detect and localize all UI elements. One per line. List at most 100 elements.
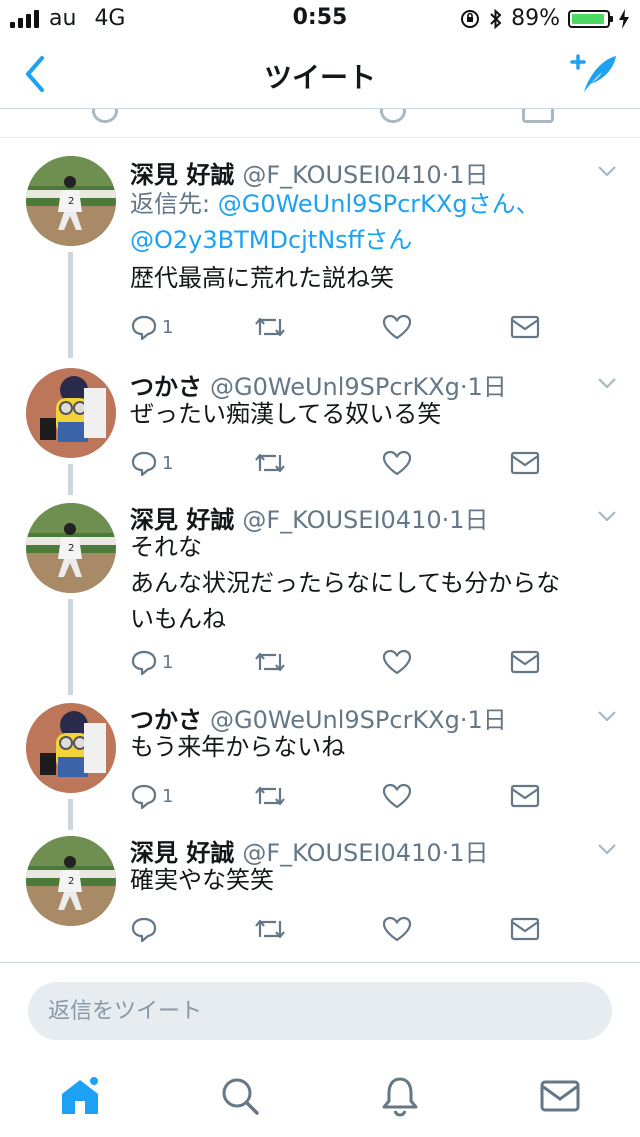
author-name[interactable]: 深見 好誠 (130, 161, 234, 189)
retweet-icon (255, 453, 285, 473)
like-button[interactable] (382, 312, 412, 342)
composer-divider (0, 962, 640, 963)
home-icon[interactable] (58, 1074, 102, 1118)
reply-icon (131, 451, 157, 477)
notifications-bell-icon[interactable] (378, 1074, 422, 1118)
envelope-icon (510, 650, 540, 674)
chevron-down-icon[interactable] (598, 844, 616, 854)
author-handle[interactable]: @F_KOUSEI0410 (242, 161, 441, 189)
tweet-actions: 1 (130, 448, 550, 478)
reply-count: 1 (162, 316, 174, 338)
avatar-baseball-player[interactable]: 2 (26, 156, 116, 246)
avatar-image (26, 703, 116, 793)
svg-text:2: 2 (68, 876, 74, 887)
reply-input[interactable] (28, 982, 568, 1040)
retweet-button[interactable] (254, 448, 286, 478)
tweet-1[interactable]: 2 深見 好誠 @F_KOUSEI0410·1日 返信先: @G0WeUnl9SP… (0, 140, 640, 360)
reply-count: 1 (162, 452, 174, 474)
retweet-icon (255, 919, 285, 939)
tab-bar (0, 1060, 640, 1137)
heart-icon (382, 450, 412, 476)
avatar-baseball-player[interactable]: 2 (26, 836, 116, 926)
thread-line (68, 252, 73, 358)
heart-icon (382, 314, 412, 340)
tweet-5[interactable]: 2 深見 好誠 @F_KOUSEI0410·1日 確実やな笑笑 (0, 830, 640, 960)
thread-line (68, 599, 73, 695)
reply-count: 1 (162, 785, 174, 807)
tweet-text: ぜったい痴漢してる奴いる笑 (130, 400, 442, 428)
like-button[interactable] (382, 781, 412, 811)
avatar-baseball-player[interactable]: 2 (26, 503, 116, 593)
reply-button[interactable]: 1 (130, 647, 173, 677)
retweet-icon (255, 317, 285, 337)
reply-count: 1 (162, 651, 174, 673)
reply-icon (131, 315, 157, 341)
avatar-image: 2 (26, 836, 116, 926)
avatar-mascot-character[interactable] (26, 368, 116, 458)
tweet-text-line: あんな状況だったらなにしても分からな (130, 569, 561, 597)
tweet-4[interactable]: つかさ @G0WeUnl9SPcrKXg·1日 もう来年からないね 1 (0, 695, 640, 830)
chevron-down-icon[interactable] (598, 166, 616, 176)
envelope-icon (510, 917, 540, 941)
retweet-button[interactable] (254, 914, 286, 944)
search-icon[interactable] (218, 1074, 262, 1118)
retweet-button[interactable] (254, 781, 286, 811)
reply-button[interactable] (130, 914, 158, 944)
tweet-actions: 1 (130, 312, 550, 342)
tweet-text-line: いもんね (130, 605, 226, 633)
retweet-button[interactable] (254, 647, 286, 677)
tweet-text: もう来年からないね (130, 733, 346, 761)
reply-button[interactable]: 1 (130, 312, 173, 342)
like-button[interactable] (382, 914, 412, 944)
retweet-button[interactable] (254, 312, 286, 342)
reply-icon (131, 917, 157, 943)
heart-icon (382, 916, 412, 942)
direct-message-button[interactable] (510, 781, 540, 811)
thread-line (68, 799, 73, 830)
status-bar: au 4G 0:55 89% (0, 0, 640, 38)
compose-quill-icon[interactable] (570, 50, 618, 96)
charging-bolt-icon (619, 8, 629, 29)
retweet-icon (255, 652, 285, 672)
chevron-down-icon[interactable] (598, 378, 616, 388)
like-button[interactable] (382, 647, 412, 677)
reply-to-link-2[interactable]: @O2y3BTMDcjtNsffさん (130, 226, 412, 254)
battery-percent: 89% (511, 6, 560, 31)
tweet-actions: 1 (130, 781, 550, 811)
direct-message-button[interactable] (510, 647, 540, 677)
chevron-down-icon[interactable] (598, 711, 616, 721)
svg-text:2: 2 (68, 196, 74, 207)
direct-message-button[interactable] (510, 312, 540, 342)
reply-button[interactable]: 1 (130, 448, 173, 478)
reply-icon (131, 650, 157, 676)
heart-icon (382, 783, 412, 809)
tweet-header: 深見 好誠 @F_KOUSEI0410·1日 (130, 155, 489, 190)
tweet-actions: 1 (130, 647, 550, 677)
tweet-2[interactable]: つかさ @G0WeUnl9SPcrKXg·1日 ぜったい痴漢してる奴いる笑 1 (0, 360, 640, 495)
page-title: ツイート (263, 61, 376, 94)
tweet-3[interactable]: 2 深見 好誠 @F_KOUSEI0410·1日 それな あんな状況だったらなにし… (0, 495, 640, 695)
messages-envelope-icon[interactable] (538, 1074, 582, 1118)
direct-message-button[interactable] (510, 448, 540, 478)
avatar-image (26, 368, 116, 458)
chevron-down-icon[interactable] (598, 511, 616, 521)
tweet-text: それな あんな状況だったらなにしても分からな いもんね (130, 529, 610, 637)
reply-button[interactable]: 1 (130, 781, 173, 811)
avatar-mascot-character[interactable] (26, 703, 116, 793)
direct-message-button[interactable] (510, 914, 540, 944)
like-button[interactable] (382, 448, 412, 478)
nav-bar: ツイート (0, 38, 640, 109)
envelope-icon (510, 315, 540, 339)
tweet-text: 確実やな笑笑 (130, 866, 274, 894)
previous-tweet-remnant (0, 109, 640, 138)
bluetooth-icon (490, 8, 502, 29)
heart-icon (382, 649, 412, 675)
tweet-text-line: それな (130, 533, 202, 561)
battery-icon (568, 9, 613, 28)
avatar-image: 2 (26, 156, 116, 246)
status-right: 89% (459, 6, 630, 31)
reply-composer[interactable] (28, 982, 612, 1040)
envelope-icon (510, 784, 540, 808)
reply-to-link-1[interactable]: @G0WeUnl9SPcrKXgさん、 (218, 190, 540, 218)
reply-to-prefix: 返信先: (130, 190, 218, 218)
